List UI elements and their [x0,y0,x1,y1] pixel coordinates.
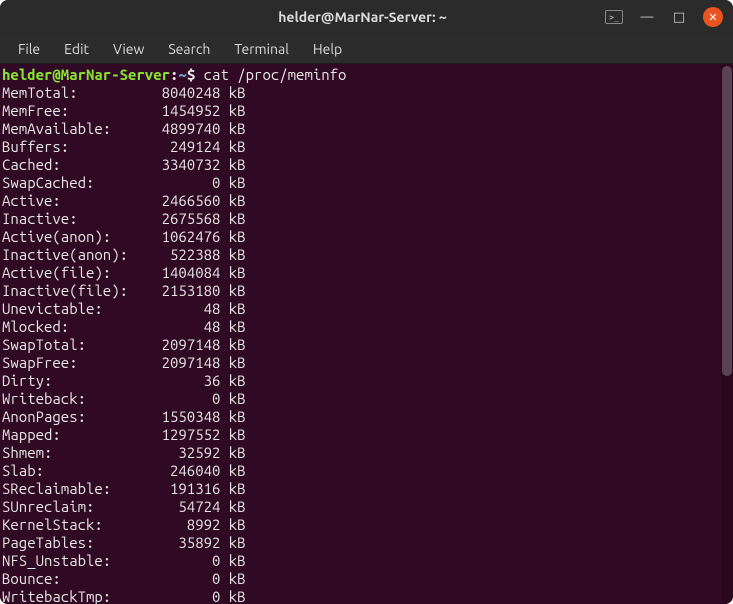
meminfo-row: MemFree: 1454952 kB [2,102,246,119]
minimize-button[interactable]: — [639,9,655,25]
meminfo-row: Cached: 3340732 kB [2,156,246,173]
prompt-user-host: helder@MarNar-Server [2,66,170,83]
meminfo-row: WritebackTmp: 0 kB [2,588,246,604]
window-title: helder@MarNar-Server: ~ [120,9,605,25]
meminfo-row: Active: 2466560 kB [2,192,246,209]
command-text: cat /proc/meminfo [204,66,347,83]
close-button[interactable]: ✕ [703,7,723,27]
menu-edit[interactable]: Edit [54,37,99,61]
scrollbar-thumb[interactable] [722,66,732,376]
meminfo-row: SwapCached: 0 kB [2,174,246,191]
meminfo-row: SUnreclaim: 54724 kB [2,498,246,515]
prompt-symbol: $ [187,66,204,83]
menu-search[interactable]: Search [158,37,220,61]
meminfo-row: Writeback: 0 kB [2,390,246,407]
meminfo-row: Mlocked: 48 kB [2,318,246,335]
meminfo-row: Dirty: 36 kB [2,372,246,389]
prompt-path: ~ [178,66,186,83]
meminfo-row: Active(file): 1404084 kB [2,264,246,281]
meminfo-row: Active(anon): 1062476 kB [2,228,246,245]
meminfo-row: SwapTotal: 2097148 kB [2,336,246,353]
menu-view[interactable]: View [103,37,154,61]
meminfo-row: AnonPages: 1550348 kB [2,408,246,425]
meminfo-row: MemTotal: 8040248 kB [2,84,246,101]
meminfo-row: Mapped: 1297552 kB [2,426,246,443]
menu-help[interactable]: Help [303,37,352,61]
maximize-button[interactable]: □ [671,9,687,25]
titlebar[interactable]: helder@MarNar-Server: ~ >_ — □ ✕ [0,0,733,34]
terminal-viewport: helder@MarNar-Server:~$ cat /proc/meminf… [0,64,733,604]
meminfo-row: KernelStack: 8992 kB [2,516,246,533]
window-controls: >_ — □ ✕ [605,7,733,27]
menu-terminal[interactable]: Terminal [224,37,299,61]
meminfo-row: Bounce: 0 kB [2,570,246,587]
terminal-indicator-icon: >_ [605,10,623,24]
scrollbar-track[interactable] [721,64,733,604]
meminfo-row: Inactive: 2675568 kB [2,210,246,227]
meminfo-row: PageTables: 35892 kB [2,534,246,551]
menu-file[interactable]: File [8,37,50,61]
meminfo-row: Inactive(file): 2153180 kB [2,282,246,299]
meminfo-row: SReclaimable: 191316 kB [2,480,246,497]
meminfo-row: Inactive(anon): 522388 kB [2,246,246,263]
menubar: File Edit View Search Terminal Help [0,34,733,64]
meminfo-row: Shmem: 32592 kB [2,444,246,461]
meminfo-row: Unevictable: 48 kB [2,300,246,317]
meminfo-row: Buffers: 249124 kB [2,138,246,155]
terminal-output[interactable]: helder@MarNar-Server:~$ cat /proc/meminf… [0,64,733,604]
meminfo-row: Slab: 246040 kB [2,462,246,479]
meminfo-row: MemAvailable: 4899740 kB [2,120,246,137]
meminfo-row: SwapFree: 2097148 kB [2,354,246,371]
terminal-window: helder@MarNar-Server: ~ >_ — □ ✕ File Ed… [0,0,733,604]
meminfo-row: NFS_Unstable: 0 kB [2,552,246,569]
